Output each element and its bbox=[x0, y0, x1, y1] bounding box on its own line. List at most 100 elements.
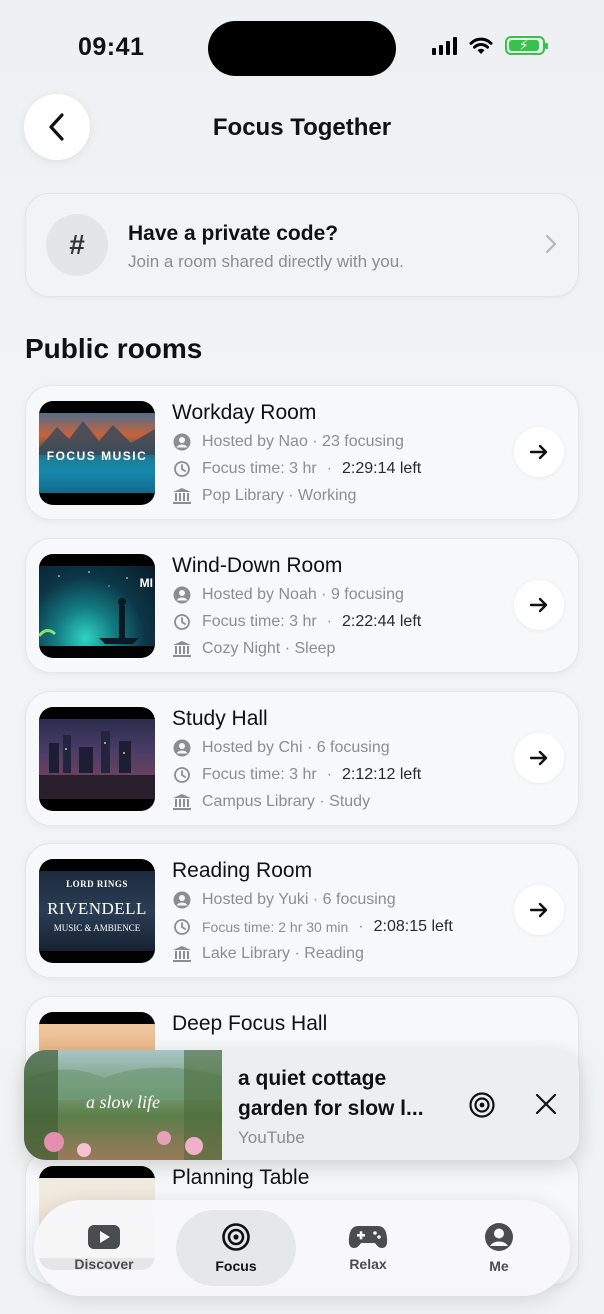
private-code-title: Have a private code? bbox=[128, 222, 339, 245]
library-icon bbox=[173, 641, 191, 657]
section-title: Public rooms bbox=[25, 333, 203, 364]
room-name: Deep Focus Hall bbox=[172, 1012, 328, 1035]
person-icon bbox=[485, 1223, 513, 1251]
dynamic-island bbox=[208, 21, 396, 76]
chevron-right-icon bbox=[545, 234, 557, 254]
play-icon bbox=[88, 1225, 120, 1249]
room-time-left: 2:12:12 left bbox=[342, 766, 422, 783]
room-name: Study Hall bbox=[172, 707, 268, 730]
tab-label: Discover bbox=[74, 1256, 134, 1272]
cellular-signal-icon bbox=[432, 36, 457, 55]
room-thumbnail: LORD RINGS RIVENDELL MUSIC & AMBIENCE bbox=[39, 859, 155, 963]
arrow-right-icon bbox=[529, 597, 548, 613]
room-time-left: 2:22:44 left bbox=[342, 613, 422, 630]
tab-bar: Discover Focus Relax Me bbox=[34, 1200, 570, 1296]
room-time-row: Focus time: 3 hr · 2:29:14 left bbox=[172, 460, 421, 478]
room-card[interactable]: MI Wind-Down Room Hosted by Noah · 9 foc… bbox=[25, 538, 579, 673]
join-room-button[interactable] bbox=[514, 733, 564, 783]
library-icon bbox=[173, 488, 191, 504]
room-host-row: Hosted by Chi · 6 focusing bbox=[172, 739, 390, 757]
thumb-top-text: LORD RINGS bbox=[66, 879, 128, 889]
separator: · bbox=[358, 918, 364, 935]
person-icon bbox=[173, 891, 191, 909]
room-thumbnail: MI bbox=[39, 554, 155, 658]
room-focus-time: Focus time: 3 hr bbox=[202, 613, 317, 630]
person-icon bbox=[173, 586, 191, 604]
library-icon bbox=[173, 794, 191, 810]
mini-player-title: a quiet cottage garden for slow l... bbox=[238, 1067, 424, 1120]
room-host: Hosted by Nao · 23 focusing bbox=[202, 433, 404, 450]
tab-me[interactable]: Me bbox=[439, 1210, 559, 1286]
close-icon[interactable] bbox=[533, 1091, 559, 1117]
thumb-text: RIVENDELL bbox=[47, 899, 147, 918]
room-card[interactable]: Study Hall Hosted by Chi · 6 focusing Fo… bbox=[25, 691, 579, 826]
hash-icon: # bbox=[46, 214, 108, 276]
room-thumbnail bbox=[39, 707, 155, 811]
thumb-text: FOCUS MUSIC bbox=[46, 449, 148, 463]
status-icons: ⚡ bbox=[432, 36, 548, 55]
person-icon bbox=[173, 433, 191, 451]
separator: · bbox=[326, 613, 333, 630]
room-card[interactable]: FOCUS MUSIC Workday Room Hosted by Nao ·… bbox=[25, 385, 579, 520]
status-time: 09:41 bbox=[78, 33, 145, 61]
room-time-left: 2:08:15 left bbox=[373, 918, 453, 935]
thumb-text: MI bbox=[139, 576, 153, 590]
arrow-right-icon bbox=[529, 750, 548, 766]
timer-icon bbox=[174, 614, 190, 630]
library-icon bbox=[173, 946, 191, 962]
tab-discover[interactable]: Discover bbox=[44, 1210, 164, 1286]
focus-target-icon[interactable] bbox=[468, 1091, 496, 1119]
timer-icon bbox=[174, 767, 190, 783]
separator: · bbox=[326, 766, 333, 783]
room-library-row: Pop Library · Working bbox=[172, 487, 356, 505]
room-thumbnail: FOCUS MUSIC bbox=[39, 401, 155, 505]
room-host: Hosted by Noah · 9 focusing bbox=[202, 586, 404, 603]
room-host-row: Hosted by Noah · 9 focusing bbox=[172, 586, 404, 604]
room-host: Hosted by Chi · 6 focusing bbox=[202, 739, 390, 756]
room-name: Planning Table bbox=[172, 1166, 310, 1189]
room-focus-time: Focus time: 3 hr bbox=[202, 766, 317, 783]
room-focus-time: Focus time: 2 hr 30 min bbox=[202, 919, 349, 935]
separator: · bbox=[326, 460, 333, 477]
thumb-sub-text: MUSIC & AMBIENCE bbox=[53, 923, 141, 933]
join-room-button[interactable] bbox=[514, 885, 564, 935]
room-host-row: Hosted by Yuki · 6 focusing bbox=[172, 891, 396, 909]
room-name: Workday Room bbox=[172, 401, 317, 424]
room-library-row: Cozy Night · Sleep bbox=[172, 640, 335, 658]
arrow-right-icon bbox=[529, 902, 548, 918]
room-library: Cozy Night · Sleep bbox=[202, 640, 336, 657]
join-room-button[interactable] bbox=[514, 580, 564, 630]
mini-player-thumb-text: a slow life bbox=[85, 1092, 160, 1112]
mini-player[interactable]: a slow life a quiet cottage garden for s… bbox=[24, 1050, 579, 1160]
room-time-row: Focus time: 3 hr · 2:22:44 left bbox=[172, 613, 421, 631]
room-library: Pop Library · Working bbox=[202, 487, 357, 504]
room-host: Hosted by Yuki · 6 focusing bbox=[202, 891, 396, 908]
target-icon bbox=[222, 1223, 250, 1251]
room-time-left: 2:29:14 left bbox=[342, 460, 422, 477]
room-name: Reading Room bbox=[172, 859, 313, 882]
gamepad-icon bbox=[348, 1226, 388, 1248]
timer-icon bbox=[174, 919, 190, 935]
room-time-row: Focus time: 2 hr 30 min · 2:08:15 left bbox=[172, 918, 453, 936]
room-name: Wind-Down Room bbox=[172, 554, 343, 577]
room-library: Campus Library · Study bbox=[202, 793, 371, 810]
battery-icon: ⚡ bbox=[505, 36, 548, 55]
room-time-row: Focus time: 3 hr · 2:12:12 left bbox=[172, 766, 421, 784]
tab-label: Focus bbox=[215, 1258, 257, 1274]
tab-label: Relax bbox=[349, 1256, 387, 1272]
room-focus-time: Focus time: 3 hr bbox=[202, 460, 317, 477]
room-library-row: Lake Library · Reading bbox=[172, 945, 364, 963]
room-library-row: Campus Library · Study bbox=[172, 793, 370, 811]
mini-player-thumbnail: a slow life bbox=[24, 1050, 222, 1160]
private-code-subtitle: Join a room shared directly with you. bbox=[128, 252, 404, 271]
status-bar: 09:41 ⚡ bbox=[0, 0, 604, 100]
room-card[interactable]: LORD RINGS RIVENDELL MUSIC & AMBIENCE Re… bbox=[25, 843, 579, 978]
mini-player-source: YouTube bbox=[238, 1128, 305, 1147]
wifi-icon bbox=[469, 37, 493, 54]
private-code-card[interactable]: # Have a private code? Join a room share… bbox=[25, 193, 579, 297]
room-host-row: Hosted by Nao · 23 focusing bbox=[172, 433, 404, 451]
tab-focus[interactable]: Focus bbox=[176, 1210, 296, 1286]
join-room-button[interactable] bbox=[514, 427, 564, 477]
page-title: Focus Together bbox=[212, 114, 392, 141]
tab-relax[interactable]: Relax bbox=[308, 1210, 428, 1286]
